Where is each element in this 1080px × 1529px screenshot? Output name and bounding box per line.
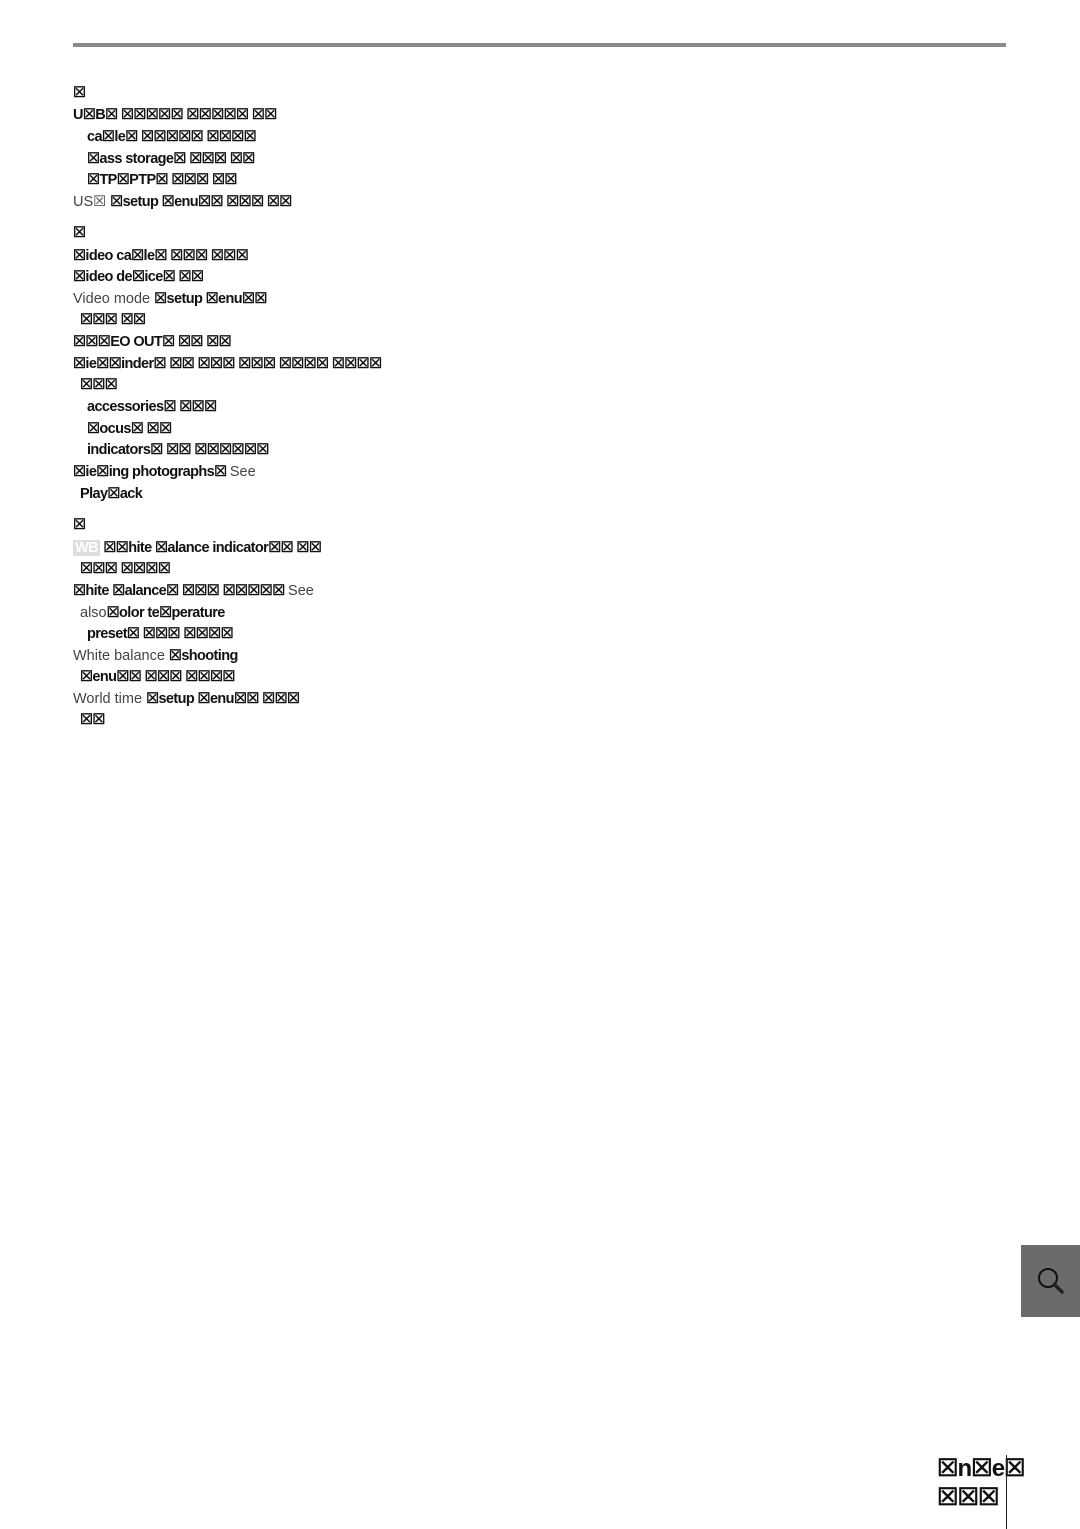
index-entry-text: Video mode [73,291,155,307]
footer-divider [1006,1455,1007,1529]
index-entry-text: ☒ocus☒ ☒☒ [87,421,172,437]
index-entry-text: preset☒ ☒☒☒ ☒☒☒☒ [87,626,234,642]
index-entry-text: accessories☒ ☒☒☒ [87,399,217,415]
index-entry-text: ☒olor te☒perature [106,605,226,621]
index-entry: ca☒le☒ ☒☒☒☒☒ ☒☒☒☒ [87,128,257,146]
index-entry: ☒ie☒ing photographs☒ See [73,463,256,481]
index-entry-text: See [229,464,256,480]
index-entry-text: ☒ie☒☒inder☒ ☒☒ ☒☒☒ ☒☒☒ ☒☒☒☒ ☒☒☒☒ [73,356,382,372]
index-entry: Play☒ack [80,485,143,503]
index-entry-text: ☒ideo ca☒le☒ ☒☒☒ ☒☒☒ [73,248,249,264]
index-entry-text: indicators☒ ☒☒ ☒☒☒☒☒☒ [87,442,269,458]
index-entry-text: ☒hite ☒alance☒ ☒☒☒ ☒☒☒☒☒ [73,583,289,599]
index-entry-text: ☒ass storage☒ ☒☒☒ ☒☒ [87,151,255,167]
index-entry-text: ca☒le☒ ☒☒☒☒☒ ☒☒☒☒ [87,129,257,145]
index-entry-text: US☒ [73,194,111,210]
index-entry: accessories☒ ☒☒☒ [87,398,217,416]
index-entry: ☒ [73,224,86,242]
index-entry-text: ☒☒☒ ☒☒☒☒ [80,561,171,577]
index-entry: ☒ [73,516,86,534]
index-entry-text: ☒enu☒☒ ☒☒☒ ☒☒☒☒ [80,669,235,685]
index-entry-text: ☒☒ [80,712,105,728]
index-entry: ☒☒☒ ☒☒ [80,311,146,329]
index-entry-text: ☒ [73,517,86,533]
index-entry: ☒☒☒ ☒☒☒☒ [80,560,171,578]
index-entry: US☒ ☒setup ☒enu☒☒ ☒☒☒ ☒☒ [73,193,292,211]
index-entry-text: White balance [73,648,169,664]
index-entry-text: ☒ [73,85,86,101]
index-entry-text: ☒☒☒ ☒☒ [80,312,146,328]
index-entry: ☒ [73,84,86,102]
index-entry-text: ☒ [73,225,86,241]
index-entry-text: ☒☒hite ☒alance indicator☒☒ ☒☒ [99,540,322,556]
index-entry: ☒ass storage☒ ☒☒☒ ☒☒ [87,150,255,168]
index-entry: ☒ocus☒ ☒☒ [87,420,172,438]
index-entry-text: U☒B☒ ☒☒☒☒☒ ☒☒☒☒☒ ☒☒ [73,107,277,123]
index-entry: ☒☒ [80,711,105,729]
index-entry-text: See [288,583,314,599]
index-entry: ☒enu☒☒ ☒☒☒ ☒☒☒☒ [80,668,235,686]
index-entry: Video mode ☒setup ☒enu☒☒ [73,290,267,308]
index-entry-text: ☒ie☒ing photographs☒ [73,464,230,480]
index-entry-text: ☒TP☒PTP☒ ☒☒☒ ☒☒ [87,172,237,188]
magnifier-icon [1038,1268,1064,1294]
index-entry-text: ☒ideo de☒ice☒ ☒☒ [73,269,204,285]
index-entry-text: World time [73,691,147,707]
index-entry: ☒hite ☒alance☒ ☒☒☒ ☒☒☒☒☒ See [73,582,314,600]
index-entry: ☒☒☒ [80,376,118,394]
index-entry: also☒olor te☒perature [80,604,225,622]
index-entry-text: ☒shooting [168,648,238,664]
index-entry-text: ☒setup ☒enu☒☒ [154,291,267,307]
index-entry: ☒ideo de☒ice☒ ☒☒ [73,268,204,286]
index-entry: ☒☒☒EO OUT☒ ☒☒ ☒☒ [73,333,232,351]
index-entry-text: ☒setup ☒enu☒☒ ☒☒☒ [146,691,300,707]
index-entry: ☒ideo ca☒le☒ ☒☒☒ ☒☒☒ [73,247,249,265]
index-entry-text: Play☒ack [80,486,143,502]
index-tab-button[interactable] [1021,1245,1080,1317]
index-entry-text: ☒☒☒ [80,377,118,393]
index-entry: ☒ie☒☒inder☒ ☒☒ ☒☒☒ ☒☒☒ ☒☒☒☒ ☒☒☒☒ [73,355,382,373]
index-entry: World time ☒setup ☒enu☒☒ ☒☒☒ [73,690,300,708]
index-entry-text: ☒setup ☒enu☒☒ ☒☒☒ ☒☒ [110,194,292,210]
index-entry: WB ☒☒hite ☒alance indicator☒☒ ☒☒ [73,539,322,557]
index-entry: White balance ☒shooting [73,647,238,665]
index-entry: preset☒ ☒☒☒ ☒☒☒☒ [87,625,234,643]
index-entry: U☒B☒ ☒☒☒☒☒ ☒☒☒☒☒ ☒☒ [73,106,277,124]
index-entry-text: ☒☒☒EO OUT☒ ☒☒ ☒☒ [73,334,232,350]
wb-badge: WB [73,540,100,556]
index-entry: indicators☒ ☒☒ ☒☒☒☒☒☒ [87,441,269,459]
index-entry: ☒TP☒PTP☒ ☒☒☒ ☒☒ [87,171,237,189]
header-rule [73,43,1006,47]
page-label: ☒n☒e☒ ☒☒☒ [937,1455,1026,1511]
index-entry-text: also [80,605,107,621]
